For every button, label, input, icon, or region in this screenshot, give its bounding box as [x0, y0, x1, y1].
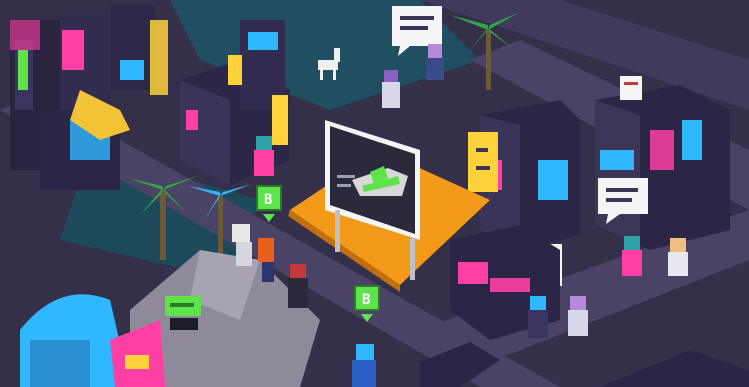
character-right-2 [568, 296, 588, 336]
character-right-1 [528, 296, 548, 338]
speech-bubble-rooftop [620, 76, 642, 100]
green-rock-sign [165, 296, 201, 330]
character-right-3 [622, 236, 642, 276]
b-marker-left-label: B [264, 192, 272, 208]
b-marker-bottom-label: B [362, 292, 370, 308]
character-red-hair [288, 264, 308, 308]
game-scene: B B [0, 0, 749, 387]
yellow-neon-sign [468, 132, 498, 192]
character-top-mid [382, 70, 400, 108]
character-right-4 [668, 238, 688, 276]
character-left-standing [254, 136, 274, 176]
right-tower-right [595, 85, 730, 250]
character-top-center [426, 44, 444, 80]
